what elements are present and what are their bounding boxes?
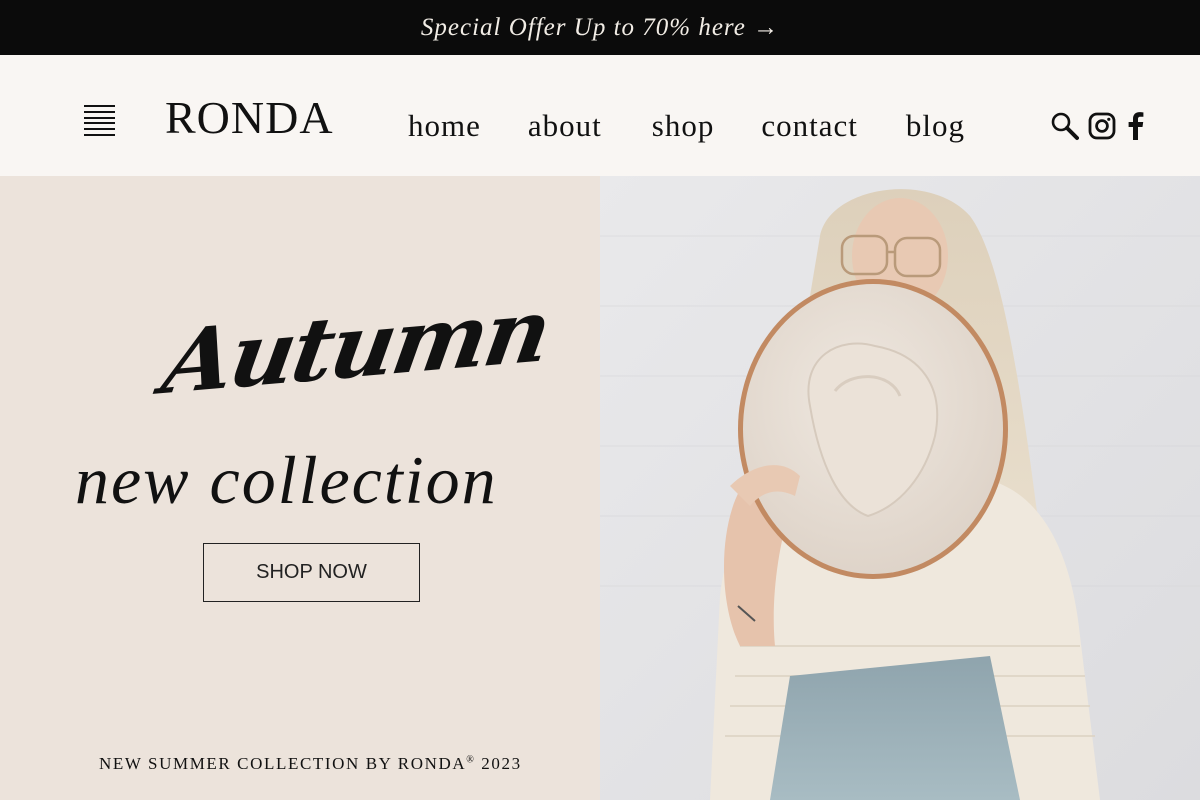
hero-image — [600, 176, 1200, 800]
caption-year: 2023 — [475, 754, 522, 773]
hero-photo-illustration — [600, 176, 1200, 800]
nav-about[interactable]: about — [528, 110, 602, 141]
menu-icon[interactable] — [84, 105, 115, 136]
hero-title: new collection — [75, 442, 498, 518]
shop-now-button[interactable]: SHOP NOW — [203, 543, 420, 602]
promo-banner[interactable]: Special Offer Up to 70% here → — [0, 0, 1200, 55]
logo[interactable]: RONDA — [165, 95, 334, 141]
caption-text: NEW SUMMER COLLECTION BY RONDA — [99, 754, 467, 773]
hero-caption: NEW SUMMER COLLECTION BY RONDA® 2023 — [99, 754, 522, 774]
header-icons — [1049, 111, 1147, 141]
main-nav: home about shop contact blog — [408, 110, 965, 141]
nav-contact[interactable]: contact — [761, 110, 858, 141]
hero-script-title: Autumn — [156, 277, 556, 415]
hero-text-panel: Autumn new collection SHOP NOW NEW SUMME… — [0, 176, 600, 800]
nav-home[interactable]: home — [408, 110, 481, 141]
instagram-icon[interactable] — [1087, 111, 1117, 141]
nav-blog[interactable]: blog — [906, 110, 965, 141]
facebook-icon[interactable] — [1125, 111, 1147, 141]
nav-shop[interactable]: shop — [652, 110, 715, 141]
site-header: RONDA home about shop contact blog — [0, 55, 1200, 176]
search-icon[interactable] — [1049, 111, 1079, 141]
